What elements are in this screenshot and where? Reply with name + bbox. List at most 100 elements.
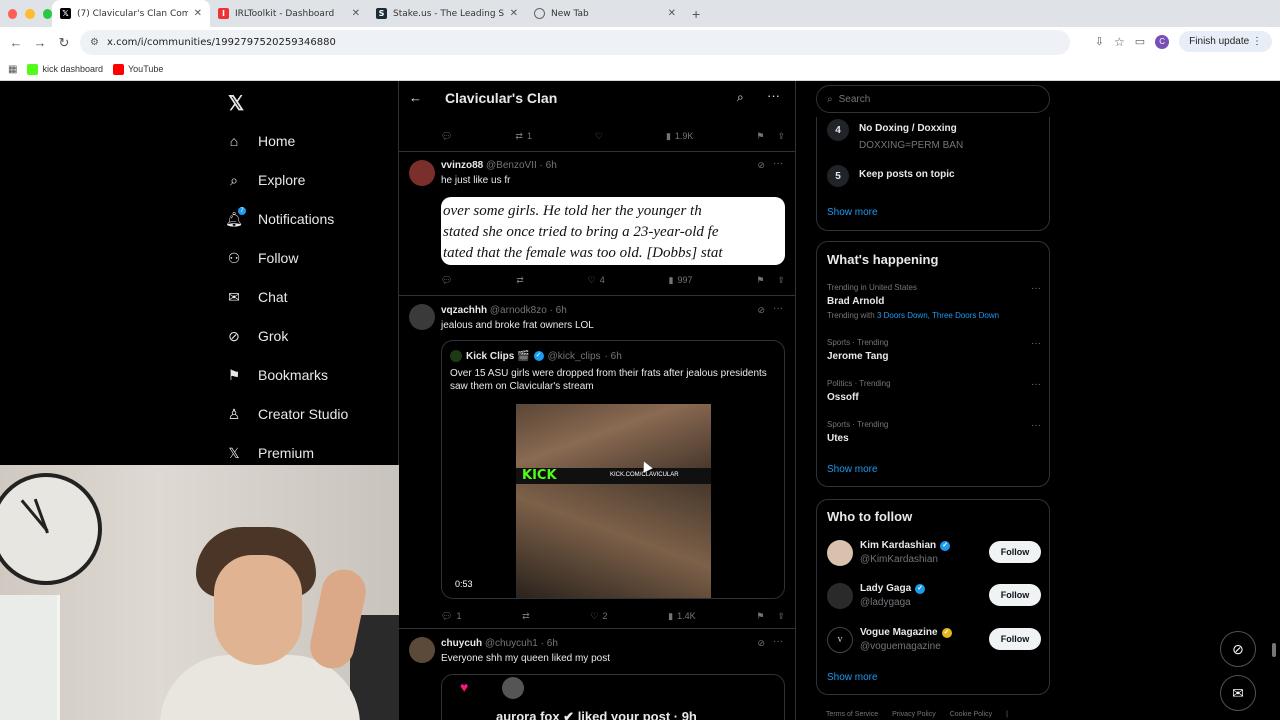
grok-icon[interactable]: ⊘ (757, 305, 765, 316)
more-options-icon[interactable]: ··· (1031, 338, 1041, 349)
timeline-post[interactable]: chuycuh @chuycuh1 · 6h ⊘ ··· Everyone sh… (399, 629, 795, 720)
trend-item[interactable]: Politics · Trending Ossoff ··· (827, 379, 1041, 403)
post-image[interactable]: ♥ aurora fox ✔ liked your post · 9h (441, 674, 785, 720)
footer-link[interactable]: Cookie Policy (950, 711, 992, 718)
nav-premium[interactable]: 𝕏 Premium (224, 441, 314, 465)
back-arrow-icon[interactable]: ← (4, 35, 28, 50)
close-tab-icon[interactable]: ✕ (668, 8, 676, 19)
more-options-icon[interactable]: ··· (1031, 420, 1041, 431)
close-tab-icon[interactable]: ✕ (194, 8, 202, 19)
more-options-icon[interactable]: ··· (1031, 379, 1041, 390)
share-icon[interactable]: ⇪ (777, 275, 785, 286)
finish-update-button[interactable]: Finish update ⋮ (1179, 31, 1272, 52)
close-tab-icon[interactable]: ✕ (352, 8, 360, 19)
avatar[interactable] (409, 637, 435, 663)
back-arrow-icon[interactable]: ← (409, 90, 422, 105)
quote-author-name[interactable]: Kick Clips 🎬 (466, 351, 530, 362)
nav-home[interactable]: ⌂ Home (224, 129, 296, 153)
nav-creator-studio[interactable]: ♙ Creator Studio (224, 402, 349, 426)
minimize-window-button[interactable] (25, 8, 35, 19)
reload-icon[interactable]: ↻ (52, 35, 76, 51)
views-button[interactable]: ▮ 1.4K (668, 611, 695, 622)
more-options-icon[interactable]: ··· (773, 158, 783, 169)
follow-button[interactable]: Follow (989, 628, 1041, 650)
author-handle[interactable]: @BenzoVII (486, 160, 537, 171)
follow-button[interactable]: Follow (989, 541, 1041, 563)
trend-item[interactable]: Sports · Trending Utes ··· (827, 420, 1041, 444)
grok-button[interactable]: ⊘ (1220, 631, 1256, 667)
repost-button[interactable]: ⇄ (516, 275, 524, 286)
reply-button[interactable]: 💬︎ (441, 131, 452, 142)
more-options-icon[interactable]: ··· (1031, 283, 1041, 294)
site-info-icon[interactable]: ⚙ (90, 37, 99, 48)
author-handle[interactable]: @arnodk8zo (490, 305, 547, 316)
nav-explore[interactable]: ⌕ Explore (224, 168, 305, 192)
tab-x-community[interactable]: 𝕏 (7) Clavicular's Clan Commun ✕ (52, 0, 210, 27)
footer-link[interactable]: Privacy Policy (892, 711, 936, 718)
show-more-link[interactable]: Show more (827, 207, 878, 218)
bookmark-youtube[interactable]: YouTube (113, 63, 163, 75)
vogue-logo-icon[interactable]: V (827, 627, 853, 653)
bookmark-icon[interactable]: ⚑ (756, 611, 764, 622)
bookmark-icon[interactable]: ⚑ (756, 131, 764, 142)
close-window-button[interactable] (8, 8, 18, 19)
timeline-post[interactable]: vqzachhh @arnodk8zo · 6h ⊘ ··· jealous a… (399, 296, 795, 629)
share-icon[interactable]: ⇪ (777, 131, 785, 142)
quoted-post[interactable]: Kick Clips 🎬 ✓ @kick_clips · 6h Over 15 … (441, 340, 785, 599)
x-logo-icon[interactable]: 𝕏 (228, 91, 244, 116)
nav-bookmarks[interactable]: ⚑ Bookmarks (224, 363, 328, 387)
scrollbar[interactable] (1272, 643, 1276, 657)
profile-avatar[interactable]: C (1155, 34, 1170, 49)
tab-irltoolkit[interactable]: I IRLToolkit - Dashboard ✕ (210, 0, 368, 27)
avatar[interactable] (409, 160, 435, 186)
close-tab-icon[interactable]: ✕ (510, 8, 518, 19)
like-button[interactable]: ♡ 2 (590, 611, 607, 622)
video-player[interactable]: KICK KICK.COM/CLAVICULAR 0:53 (442, 404, 784, 598)
trend-item[interactable]: Trending in United States Brad Arnold Tr… (827, 283, 1041, 320)
install-app-icon[interactable]: ⇩ (1095, 35, 1104, 48)
bookmark-kick-dashboard[interactable]: kick dashboard (27, 63, 103, 75)
repost-button[interactable]: ⇄ (522, 611, 530, 622)
tab-stake[interactable]: S Stake.us - The Leading Socia ✕ (368, 0, 526, 27)
show-more-link[interactable]: Show more (827, 672, 878, 683)
more-options-icon[interactable]: ··· (773, 636, 783, 647)
author-handle[interactable]: @chuycuh1 (485, 638, 538, 649)
share-icon[interactable]: ⇪ (777, 611, 785, 622)
author-name[interactable]: vvinzo88 (441, 160, 483, 171)
url-bar[interactable]: ⚙ x.com/i/communities/199279752025934688… (80, 30, 1070, 55)
search-input[interactable]: ⌕ Search (816, 85, 1050, 113)
like-button[interactable]: ♡ (595, 131, 603, 142)
grok-icon[interactable]: ⊘ (757, 160, 765, 171)
views-button[interactable]: ▮ 997 (669, 275, 693, 286)
nav-grok[interactable]: ⊘ Grok (224, 324, 288, 348)
repost-button[interactable]: ⇄ 1 (515, 131, 532, 142)
new-tab-button[interactable]: + (692, 6, 700, 22)
sidebar-icon[interactable]: ▭ (1135, 35, 1145, 48)
tab-new-tab[interactable]: New Tab ✕ (526, 0, 684, 27)
avatar[interactable] (827, 540, 853, 566)
bookmark-star-icon[interactable]: ☆ (1114, 35, 1125, 49)
avatar[interactable] (409, 304, 435, 330)
more-options-icon[interactable]: ··· (767, 88, 780, 103)
trend-item[interactable]: Sports · Trending Jerome Tang ··· (827, 338, 1041, 362)
like-button[interactable]: ♡ 4 (588, 275, 605, 286)
grok-icon[interactable]: ⊘ (757, 638, 765, 649)
nav-follow[interactable]: ⚇ Follow (224, 246, 299, 270)
reply-button[interactable]: 💬︎ 1 (441, 611, 461, 622)
more-options-icon[interactable]: ··· (773, 303, 783, 314)
avatar[interactable] (450, 350, 462, 362)
apps-grid-icon[interactable]: ▦ (8, 64, 17, 75)
follow-suggestion[interactable]: V Vogue Magazine ✓ @voguemagazine Follow (827, 627, 1041, 657)
nav-notifications[interactable]: 🔔︎ 7 Notifications (224, 207, 334, 231)
trend-related-links[interactable]: 3 Doors Down, Three Doors Down (877, 311, 999, 320)
author-name[interactable]: vqzachhh (441, 305, 487, 316)
zoom-window-button[interactable] (42, 8, 52, 19)
bookmark-icon[interactable]: ⚑ (756, 275, 764, 286)
forward-arrow-icon[interactable]: → (28, 35, 52, 50)
footer-link[interactable]: Terms of Service (826, 711, 878, 718)
author-name[interactable]: chuycuh (441, 638, 482, 649)
follow-suggestion[interactable]: Kim Kardashian ✓ @KimKardashian Follow (827, 540, 1041, 570)
post-image[interactable]: over some girls. He told her the younger… (441, 197, 785, 265)
show-more-link[interactable]: Show more (827, 464, 878, 475)
timeline-post[interactable]: vvinzo88 @BenzoVII · 6h ⊘ ··· he just li… (399, 152, 795, 296)
